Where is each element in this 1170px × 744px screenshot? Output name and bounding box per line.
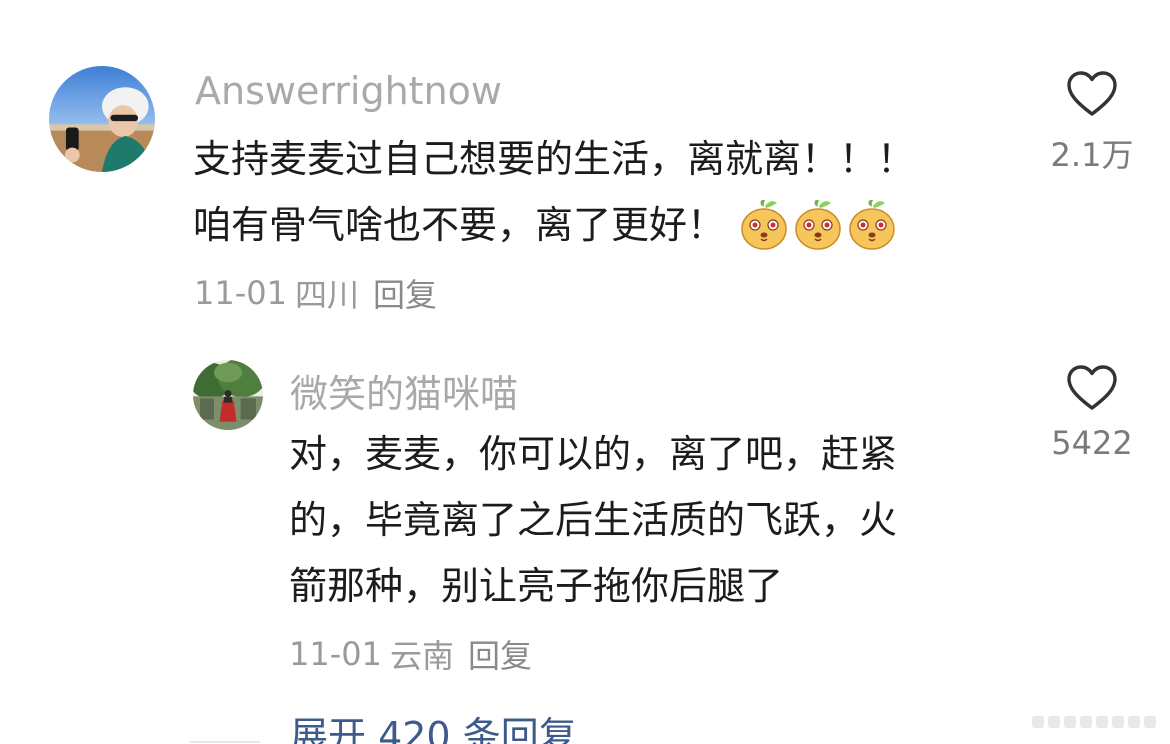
avatar[interactable] (193, 360, 263, 430)
comment-text-line-content: 咱有骨气啥也不要，离了更好！ (193, 203, 726, 247)
username[interactable]: 微笑的猫咪喵 (290, 363, 518, 418)
expand-replies-row: 展开 420 条回复 (190, 705, 577, 744)
reply-button[interactable]: 回复 (468, 631, 532, 677)
comment-location: 四川 (294, 276, 359, 314)
pear-face-emoji-icon (741, 199, 787, 250)
emoji-row (739, 197, 897, 251)
heart-outline-icon (1067, 71, 1117, 116)
like-count: 5422 (1051, 424, 1133, 462)
like-button[interactable]: 5422 (1037, 364, 1147, 462)
heart-outline-icon (1067, 365, 1117, 410)
comment-text-line: 对，麦麦，你可以的，离了吧，赶紧 (289, 432, 898, 476)
comment-date: 11-01 (289, 635, 382, 673)
comment-text-line: 箭那种，别让亮子拖你后腿了 (289, 564, 784, 608)
comment-text-line: 的，毕竟离了之后生活质的飞跃，火 (289, 498, 898, 542)
username[interactable]: Answerrightnow (195, 69, 502, 113)
user-photo-icon (193, 360, 263, 430)
comment-text-line: 支持麦麦过自己想要的生活，离就离！！！ (193, 137, 916, 181)
comment-meta: 11-01 四川 回复 (194, 270, 437, 316)
comment-meta: 11-01 云南 回复 (289, 631, 532, 677)
pear-face-emoji-icon (795, 199, 841, 250)
like-button[interactable]: 2.1万 (1037, 70, 1147, 176)
comment-location: 云南 (389, 637, 454, 675)
avatar[interactable] (49, 66, 155, 172)
divider (190, 740, 260, 743)
watermark-dots-icon (1032, 716, 1156, 728)
comment-text-line: 咱有骨气啥也不要，离了更好！ (193, 192, 915, 258)
reply-button[interactable]: 回复 (373, 270, 437, 316)
like-count: 2.1万 (1050, 136, 1134, 174)
user-photo-icon (49, 66, 155, 172)
comment-text: 支持麦麦过自己想要的生活，离就离！！！ 咱有骨气啥也不要，离了更好！ (193, 126, 915, 258)
comment-text: 对，麦麦，你可以的，离了吧，赶紧 的，毕竟离了之后生活质的飞跃，火 箭那种，别让… (289, 421, 897, 619)
expand-replies-link[interactable]: 展开 420 条回复 (290, 705, 577, 744)
comment-date: 11-01 (194, 274, 287, 312)
pear-face-emoji-icon (849, 199, 895, 250)
